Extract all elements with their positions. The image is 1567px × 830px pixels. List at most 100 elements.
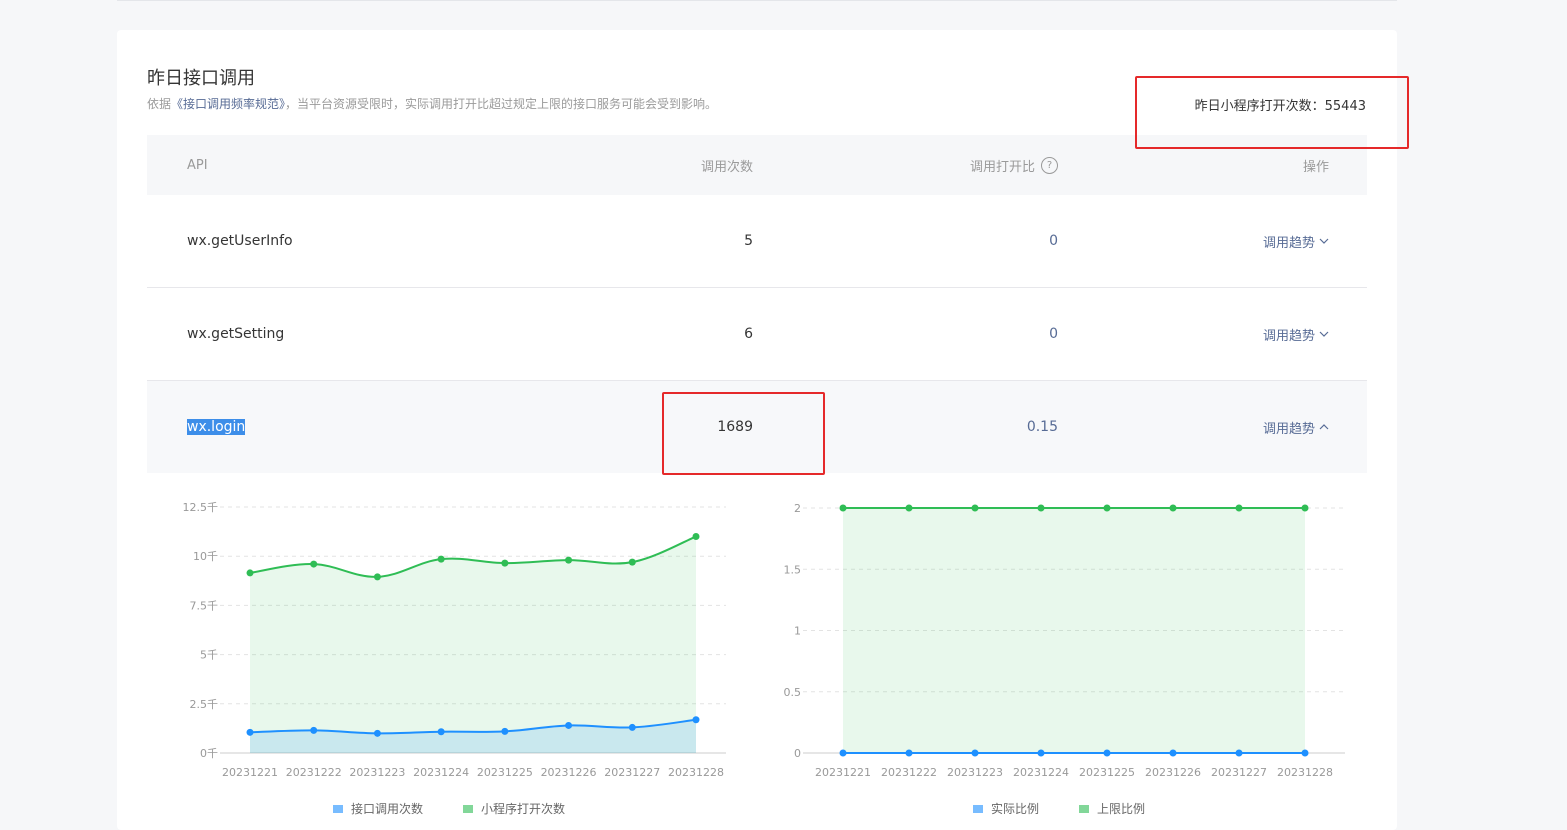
- x-tick-label: 20231223: [349, 766, 405, 779]
- x-tick-label: 20231224: [413, 766, 469, 779]
- chevron-down-icon: [1319, 331, 1329, 337]
- y-tick-label: 5千: [200, 649, 218, 662]
- trend-toggle[interactable]: 调用趋势: [1263, 418, 1329, 437]
- legend-label: 接口调用次数: [351, 802, 424, 816]
- row-ratio: 0: [1049, 233, 1058, 249]
- header-api: API: [187, 157, 208, 173]
- y-tick-label: 1: [794, 625, 801, 638]
- section-description: 依据《接口调用频率规范》，当平台资源受限时，实际调用打开比超过规定上限的接口服务…: [147, 95, 717, 112]
- x-tick-label: 20231226: [541, 766, 597, 779]
- x-tick-label: 20231226: [1145, 766, 1201, 779]
- x-tick-label: 20231221: [222, 766, 278, 779]
- trend-toggle[interactable]: 调用趋势: [1263, 325, 1329, 344]
- open-count-value: 55443: [1324, 99, 1366, 114]
- desc-prefix: 依据: [147, 97, 172, 111]
- chevron-up-icon: [1319, 424, 1329, 430]
- y-tick-label: 0: [794, 747, 801, 760]
- trend-label: 调用趋势: [1262, 421, 1315, 437]
- data-point: [1235, 749, 1243, 757]
- data-point: [501, 559, 509, 567]
- y-tick-label: 12.5千: [183, 501, 219, 514]
- x-tick-label: 20231228: [1277, 766, 1333, 779]
- legend-item[interactable]: 实际比例: [973, 800, 1039, 817]
- data-point: [1169, 504, 1177, 512]
- y-tick-label: 2.5千: [190, 698, 219, 711]
- series-area: [250, 536, 696, 753]
- y-tick-label: 1.5: [784, 563, 802, 576]
- chevron-down-icon: [1319, 238, 1329, 244]
- row-op: 调用趋势: [1263, 195, 1329, 287]
- x-tick-label: 20231228: [668, 766, 724, 779]
- row-op: 调用趋势: [1263, 288, 1329, 380]
- data-point: [971, 749, 979, 757]
- x-tick-label: 20231225: [1079, 766, 1135, 779]
- legend-label: 小程序打开次数: [481, 802, 566, 816]
- data-point: [839, 504, 847, 512]
- data-point: [565, 556, 573, 564]
- previous-card: [117, 0, 1397, 1]
- x-tick-label: 20231222: [881, 766, 937, 779]
- data-point: [1301, 504, 1309, 512]
- x-tick-label: 20231223: [947, 766, 1003, 779]
- data-point: [437, 555, 445, 563]
- x-tick-label: 20231225: [477, 766, 533, 779]
- open-count-label: 昨日小程序打开次数：: [1194, 99, 1325, 114]
- api-table: API 调用次数 调用打开比 ? 操作 wx.getUserInfo 5 0 调…: [147, 135, 1367, 473]
- legend-swatch: [463, 804, 474, 813]
- header-ratio: 调用打开比 ?: [970, 135, 1058, 195]
- y-tick-label: 0千: [200, 747, 218, 760]
- legend-item[interactable]: 接口调用次数: [333, 800, 423, 817]
- legend-item[interactable]: 上限比例: [1079, 800, 1145, 817]
- y-tick-label: 10千: [193, 550, 218, 563]
- data-point: [628, 558, 636, 566]
- data-point: [1103, 749, 1111, 757]
- section-title: 昨日接口调用: [147, 68, 255, 89]
- x-tick-label: 20231222: [286, 766, 342, 779]
- x-tick-label: 20231227: [1211, 766, 1267, 779]
- data-point: [971, 504, 979, 512]
- x-tick-label: 20231227: [604, 766, 660, 779]
- desc-suffix: ，当平台资源受限时，实际调用打开比超过规定上限的接口服务可能会受到影响。: [285, 97, 718, 111]
- data-point: [310, 726, 318, 734]
- data-point: [692, 716, 700, 724]
- row-api: wx.login: [187, 381, 246, 473]
- data-point: [839, 749, 847, 757]
- table-header: API 调用次数 调用打开比 ? 操作: [147, 135, 1367, 195]
- header-op: 操作: [1302, 159, 1329, 175]
- frequency-spec-link[interactable]: 《接口调用频率规范》: [171, 97, 285, 111]
- data-point: [1169, 749, 1177, 757]
- row-op: 调用趋势: [1263, 381, 1329, 473]
- row-calls: 1689: [717, 419, 753, 435]
- x-tick-label: 20231221: [815, 766, 871, 779]
- data-point: [501, 727, 509, 735]
- yesterday-open-count: 昨日小程序打开次数：55443: [1195, 95, 1366, 114]
- table-row-expanded: wx.login 1689 0.15 调用趋势: [147, 381, 1367, 473]
- trend-toggle[interactable]: 调用趋势: [1263, 232, 1329, 251]
- data-point: [437, 728, 445, 736]
- data-point: [905, 504, 913, 512]
- row-ratio: 0.15: [1026, 419, 1058, 435]
- legend-item[interactable]: 小程序打开次数: [463, 800, 565, 817]
- calls-chart-legend: 接口调用次数 小程序打开次数: [333, 800, 565, 817]
- data-point: [692, 533, 700, 541]
- selected-api-text: wx.login: [187, 419, 246, 435]
- data-point: [373, 729, 381, 737]
- data-point: [565, 721, 573, 729]
- legend-label: 上限比例: [1097, 802, 1146, 816]
- row-calls: 6: [744, 326, 753, 342]
- y-tick-label: 0.5: [784, 686, 802, 699]
- data-point: [310, 560, 318, 568]
- header-ratio-label: 调用打开比: [969, 159, 1035, 175]
- ratio-trend-chart: 0 0.5 1 1.5 2 20231221 20231222 20231223 2023122…: [784, 502, 1345, 779]
- row-api: wx.getSetting: [187, 326, 285, 342]
- x-tick-label: 20231224: [1013, 766, 1069, 779]
- help-icon[interactable]: ?: [1041, 156, 1058, 174]
- y-tick-label: 7.5千: [190, 599, 219, 612]
- row-api: wx.getUserInfo: [187, 233, 293, 249]
- trend-label: 调用趋势: [1262, 328, 1315, 344]
- data-point: [246, 569, 254, 577]
- trend-label: 调用趋势: [1262, 235, 1315, 251]
- calls-trend-chart: 0千 2.5千 5千 7.5千 10千 12.5千 20231221 20231222 2023…: [183, 501, 726, 779]
- legend-swatch: [1079, 804, 1090, 813]
- legend-swatch: [333, 804, 343, 813]
